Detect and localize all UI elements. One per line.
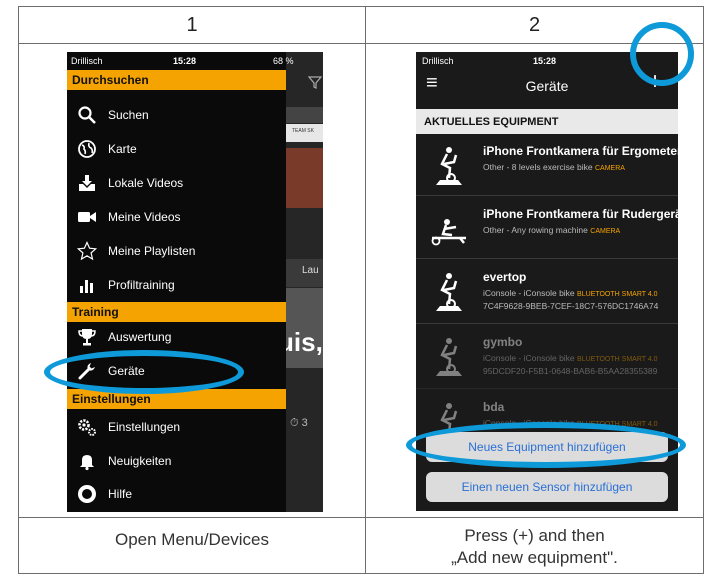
menu-label: Auswertung: [108, 330, 172, 344]
video-camera-icon: [78, 212, 96, 222]
screenshot-menu: TEAM SK Lau uis, ⏱ 3 Drillisch 15:28 68 …: [67, 52, 323, 512]
caption-divider: [19, 517, 703, 518]
equipment-id: 95DCDF20-F5B1-0648-BAB6-B5AA28355389: [483, 366, 658, 376]
exercise-bike-icon: [436, 273, 462, 311]
menu-item-profile-training[interactable]: Profiltraining: [67, 272, 286, 298]
search-icon: [78, 106, 96, 124]
section-training: Training: [67, 302, 286, 322]
gears-icon: [78, 419, 96, 436]
background-app-view: TEAM SK Lau uis, ⏱ 3: [278, 52, 323, 512]
exercise-bike-icon: [436, 338, 462, 376]
equipment-name: gymbo: [483, 335, 523, 349]
menu-label: Karte: [108, 142, 137, 156]
equipment-row[interactable]: gymbo iConsole - iConsole bike BLUETOOTH…: [416, 325, 678, 389]
equipment-name: iPhone Frontkamera für Rudergeräte: [483, 207, 678, 221]
battery-label: 68 %: [273, 56, 294, 66]
trophy-icon: [78, 329, 96, 346]
connection-badge: CAMERA: [590, 228, 621, 235]
exercise-bike-icon: [436, 147, 462, 185]
equipment-type: Other - Any rowing machine CAMERA: [483, 225, 621, 235]
highlight-devices-ring: [44, 350, 244, 394]
status-bar: Drillisch 15:28 68 %: [67, 52, 294, 70]
menu-item-map[interactable]: Karte: [67, 136, 286, 162]
bg-image: [286, 148, 323, 208]
section-browse: Durchsuchen: [67, 70, 286, 90]
caption-step-2-line1: Press (+) and then: [464, 526, 605, 545]
menu-label: Hilfe: [108, 487, 133, 501]
filter-icon: [308, 76, 322, 89]
caption-step-2-line2: „Add new equipment".: [451, 548, 618, 567]
menu-label: Meine Videos: [108, 210, 181, 224]
menu-label: Einstellungen: [108, 420, 181, 434]
bg-text-timer: ⏱ 3: [290, 417, 308, 429]
equipment-type: iConsole - iConsole bike BLUETOOTH SMART…: [483, 353, 658, 363]
equipment-name: iPhone Frontkamera für Ergometer: [483, 144, 678, 158]
globe-icon: [78, 140, 96, 158]
header-divider: [19, 43, 703, 44]
menu-item-search[interactable]: Suchen: [67, 102, 286, 128]
highlight-add-ring: [630, 22, 694, 86]
lifebuoy-icon: [78, 485, 96, 503]
rowing-machine-icon: [431, 219, 466, 246]
bg-tabbar: [286, 107, 323, 123]
bg-label: TEAM SK: [286, 124, 323, 142]
equipment-name: evertop: [483, 270, 527, 284]
bg-text-lau: Lau: [286, 259, 323, 287]
clock: 15:28: [173, 56, 197, 66]
column-divider: [365, 7, 366, 573]
menu-label: Profiltraining: [108, 278, 175, 292]
column-header-1: 1: [186, 14, 198, 36]
menu-label: Lokale Videos: [108, 176, 184, 190]
equipment-row[interactable]: evertop iConsole - iConsole bike BLUETOO…: [416, 260, 678, 324]
menu-label: Neuigkeiten: [108, 454, 172, 468]
add-sensor-button[interactable]: Einen neuen Sensor hinzufügen: [426, 472, 668, 502]
menu-item-news[interactable]: Neuigkeiten: [67, 448, 286, 474]
caption-step-1: Open Menu/Devices: [114, 530, 270, 549]
equipment-name: bda: [483, 400, 505, 414]
carrier-label: Drillisch: [422, 56, 454, 66]
side-menu: Drillisch 15:28 68 % Durchsuchen Suchen …: [67, 52, 294, 512]
connection-badge: BLUETOOTH SMART 4.0: [577, 291, 658, 298]
equipment-row[interactable]: iPhone Frontkamera für Rudergeräte Other…: [416, 197, 678, 259]
download-icon: [79, 175, 95, 191]
clock: 15:28: [533, 56, 557, 66]
connection-badge: BLUETOOTH SMART 4.0: [577, 356, 658, 363]
highlight-add-equipment-ring: [406, 422, 686, 468]
equipment-type: Other - 8 levels exercise bike CAMERA: [483, 162, 625, 172]
menu-item-playlists[interactable]: Meine Playlisten: [67, 238, 286, 264]
equipment-id: 7C4F9628-9BEB-7CEF-18C7-576DC1746A74: [483, 301, 659, 311]
menu-item-help[interactable]: Hilfe: [67, 481, 286, 507]
bell-icon: [80, 455, 94, 471]
bar-chart-icon: [80, 280, 93, 293]
equipment-row[interactable]: iPhone Frontkamera für Ergometer Other -…: [416, 134, 678, 196]
menu-label: Meine Playlisten: [108, 244, 196, 258]
page-title: Geräte: [525, 78, 569, 94]
menu-label: Suchen: [108, 108, 149, 122]
menu-item-settings[interactable]: Einstellungen: [67, 414, 286, 440]
menu-item-evaluation[interactable]: Auswertung: [67, 324, 286, 350]
menu-item-my-videos[interactable]: Meine Videos: [67, 204, 286, 230]
star-icon: [77, 241, 97, 261]
menu-item-local-videos[interactable]: Lokale Videos: [67, 170, 286, 196]
equipment-type: iConsole - iConsole bike BLUETOOTH SMART…: [483, 288, 658, 298]
section-current-equipment: AKTUELLES EQUIPMENT: [416, 109, 678, 134]
connection-badge: CAMERA: [594, 165, 625, 172]
carrier-label: Drillisch: [71, 56, 103, 66]
